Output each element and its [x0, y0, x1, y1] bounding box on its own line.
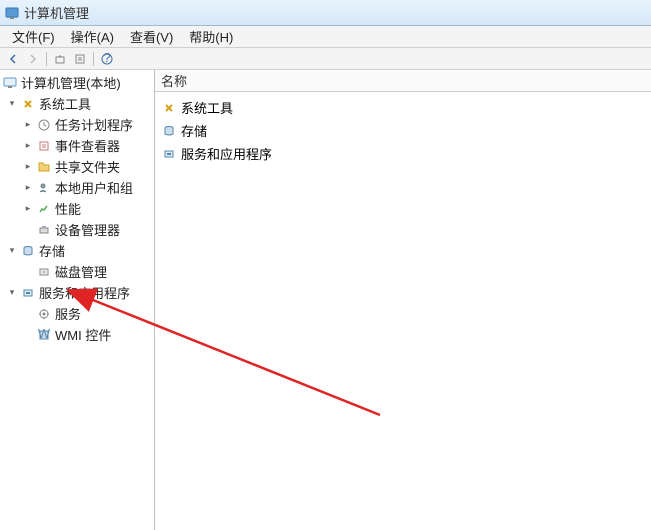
device-icon [36, 223, 52, 237]
storage-icon [20, 244, 36, 258]
window-title: 计算机管理 [24, 3, 89, 22]
services-apps-icon [161, 147, 177, 161]
storage-icon [161, 124, 177, 138]
tree-label: 任务计划程序 [55, 115, 133, 134]
tree-label: 存储 [39, 241, 65, 260]
users-icon [36, 181, 52, 195]
expand-toggle[interactable]: ▾ [6, 287, 18, 299]
list-item[interactable]: 系统工具 [157, 96, 649, 119]
forward-button[interactable] [24, 51, 42, 67]
app-icon [4, 5, 20, 21]
list-item[interactable]: 服务和应用程序 [157, 142, 649, 165]
services-apps-icon [20, 286, 36, 300]
expand-toggle[interactable]: ▸ [22, 140, 34, 152]
disk-icon [36, 265, 52, 279]
tree-label: 事件查看器 [55, 136, 120, 155]
list-panel: 名称 系统工具 存储 服务和应用程序 [155, 70, 651, 530]
tree-task-scheduler[interactable]: ▸ 任务计划程序 [0, 114, 154, 135]
list-body: 系统工具 存储 服务和应用程序 [155, 92, 651, 169]
toolbar: ? [0, 48, 651, 70]
tree-label: 系统工具 [39, 94, 91, 113]
expand-toggle[interactable]: ▸ [22, 161, 34, 173]
tree-local-users[interactable]: ▸ 本地用户和组 [0, 177, 154, 198]
gear-icon [36, 307, 52, 321]
tree-label: 设备管理器 [55, 220, 120, 239]
tree-event-viewer[interactable]: ▸ 事件查看器 [0, 135, 154, 156]
event-icon [36, 139, 52, 153]
list-item-label: 服务和应用程序 [181, 144, 272, 163]
svg-text:?: ? [103, 53, 110, 65]
expand-toggle[interactable]: ▾ [6, 98, 18, 110]
performance-icon [36, 202, 52, 216]
menu-file[interactable]: 文件(F) [4, 25, 63, 48]
tree-storage[interactable]: ▾ 存储 [0, 240, 154, 261]
toolbar-divider [46, 52, 47, 66]
menubar: 文件(F) 操作(A) 查看(V) 帮助(H) [0, 26, 651, 48]
tree-disk-management[interactable]: 磁盘管理 [0, 261, 154, 282]
expand-toggle[interactable]: ▸ [22, 203, 34, 215]
tree-panel[interactable]: 计算机管理(本地) ▾ 系统工具 ▸ 任务计划程序 ▸ 事件查看器 ▸ 共享文件… [0, 70, 155, 530]
computer-icon [2, 76, 18, 90]
list-header[interactable]: 名称 [155, 70, 651, 92]
tools-icon [20, 97, 36, 111]
menu-view[interactable]: 查看(V) [122, 25, 181, 48]
tree-label: 服务和应用程序 [39, 283, 130, 302]
svg-text:W: W [38, 329, 50, 341]
tree-label: 服务 [55, 304, 81, 323]
tree-label: WMI 控件 [55, 325, 111, 344]
expand-toggle[interactable]: ▸ [22, 119, 34, 131]
clock-icon [36, 118, 52, 132]
properties-button[interactable] [71, 51, 89, 67]
expand-toggle[interactable]: ▸ [22, 182, 34, 194]
list-item[interactable]: 存储 [157, 119, 649, 142]
tree-performance[interactable]: ▸ 性能 [0, 198, 154, 219]
tree-device-manager[interactable]: 设备管理器 [0, 219, 154, 240]
tree-label: 磁盘管理 [55, 262, 107, 281]
folder-share-icon [36, 160, 52, 174]
menu-help[interactable]: 帮助(H) [181, 25, 241, 48]
tree-label: 共享文件夹 [55, 157, 120, 176]
help-button[interactable]: ? [98, 51, 116, 67]
list-item-label: 系统工具 [181, 98, 233, 117]
tree-wmi-control[interactable]: W WMI 控件 [0, 324, 154, 345]
toolbar-divider-2 [93, 52, 94, 66]
tree-root-label: 计算机管理(本地) [21, 73, 121, 92]
menu-action[interactable]: 操作(A) [63, 25, 122, 48]
titlebar: 计算机管理 [0, 0, 651, 26]
column-name[interactable]: 名称 [161, 71, 187, 90]
tree-label: 本地用户和组 [55, 178, 133, 197]
up-button[interactable] [51, 51, 69, 67]
tree-services[interactable]: 服务 [0, 303, 154, 324]
wmi-icon: W [36, 328, 52, 342]
tree-services-apps[interactable]: ▾ 服务和应用程序 [0, 282, 154, 303]
expand-toggle[interactable]: ▾ [6, 245, 18, 257]
tree-root[interactable]: 计算机管理(本地) [0, 72, 154, 93]
tools-icon [161, 101, 177, 115]
tree-shared-folders[interactable]: ▸ 共享文件夹 [0, 156, 154, 177]
content-area: 计算机管理(本地) ▾ 系统工具 ▸ 任务计划程序 ▸ 事件查看器 ▸ 共享文件… [0, 70, 651, 530]
back-button[interactable] [4, 51, 22, 67]
list-item-label: 存储 [181, 121, 207, 140]
tree-label: 性能 [55, 199, 81, 218]
tree-system-tools[interactable]: ▾ 系统工具 [0, 93, 154, 114]
